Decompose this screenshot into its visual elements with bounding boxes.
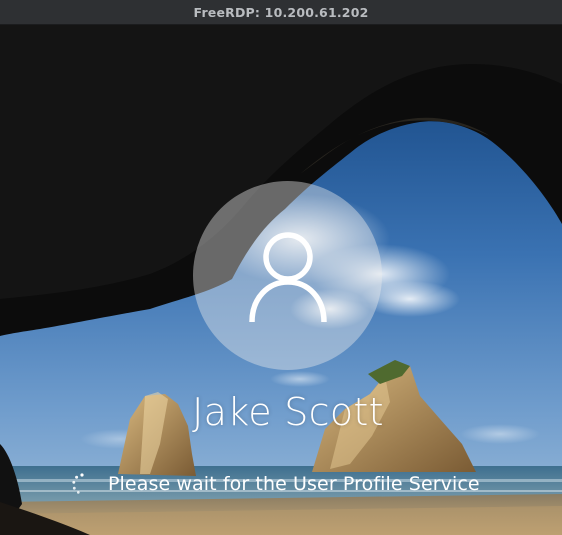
window-titlebar[interactable]: FreeRDP: 10.200.61.202 (0, 0, 562, 25)
user-avatar (193, 181, 382, 370)
status-row: Please wait for the User Profile Service (70, 470, 480, 498)
window-title: FreeRDP: 10.200.61.202 (193, 4, 369, 20)
status-message: Please wait for the User Profile Service (108, 473, 480, 495)
username-label: Jake Scott (192, 390, 384, 434)
freerdp-window: FreeRDP: 10.200.61.202 Jake Scott Please… (0, 0, 562, 535)
loading-spinner-icon (72, 473, 84, 494)
sign-in-screen: Jake Scott Please wait for the User Prof… (0, 24, 562, 535)
user-silhouette-icon (248, 231, 327, 322)
